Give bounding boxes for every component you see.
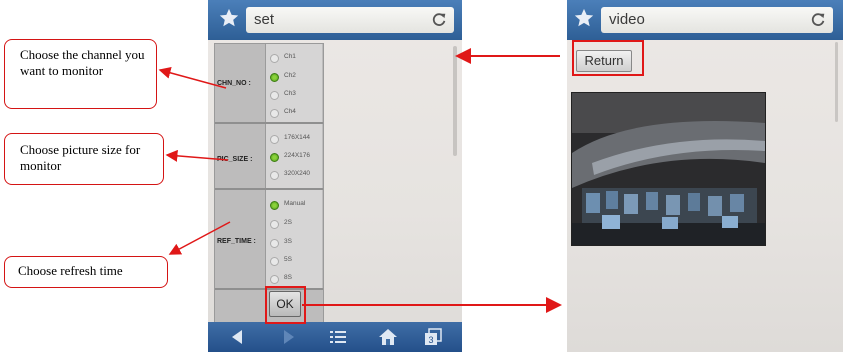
arrow-refresh-time xyxy=(168,221,231,255)
annotation-arrows xyxy=(158,48,562,313)
arrow-picture-size xyxy=(165,149,229,162)
arrow-channel xyxy=(158,66,227,89)
